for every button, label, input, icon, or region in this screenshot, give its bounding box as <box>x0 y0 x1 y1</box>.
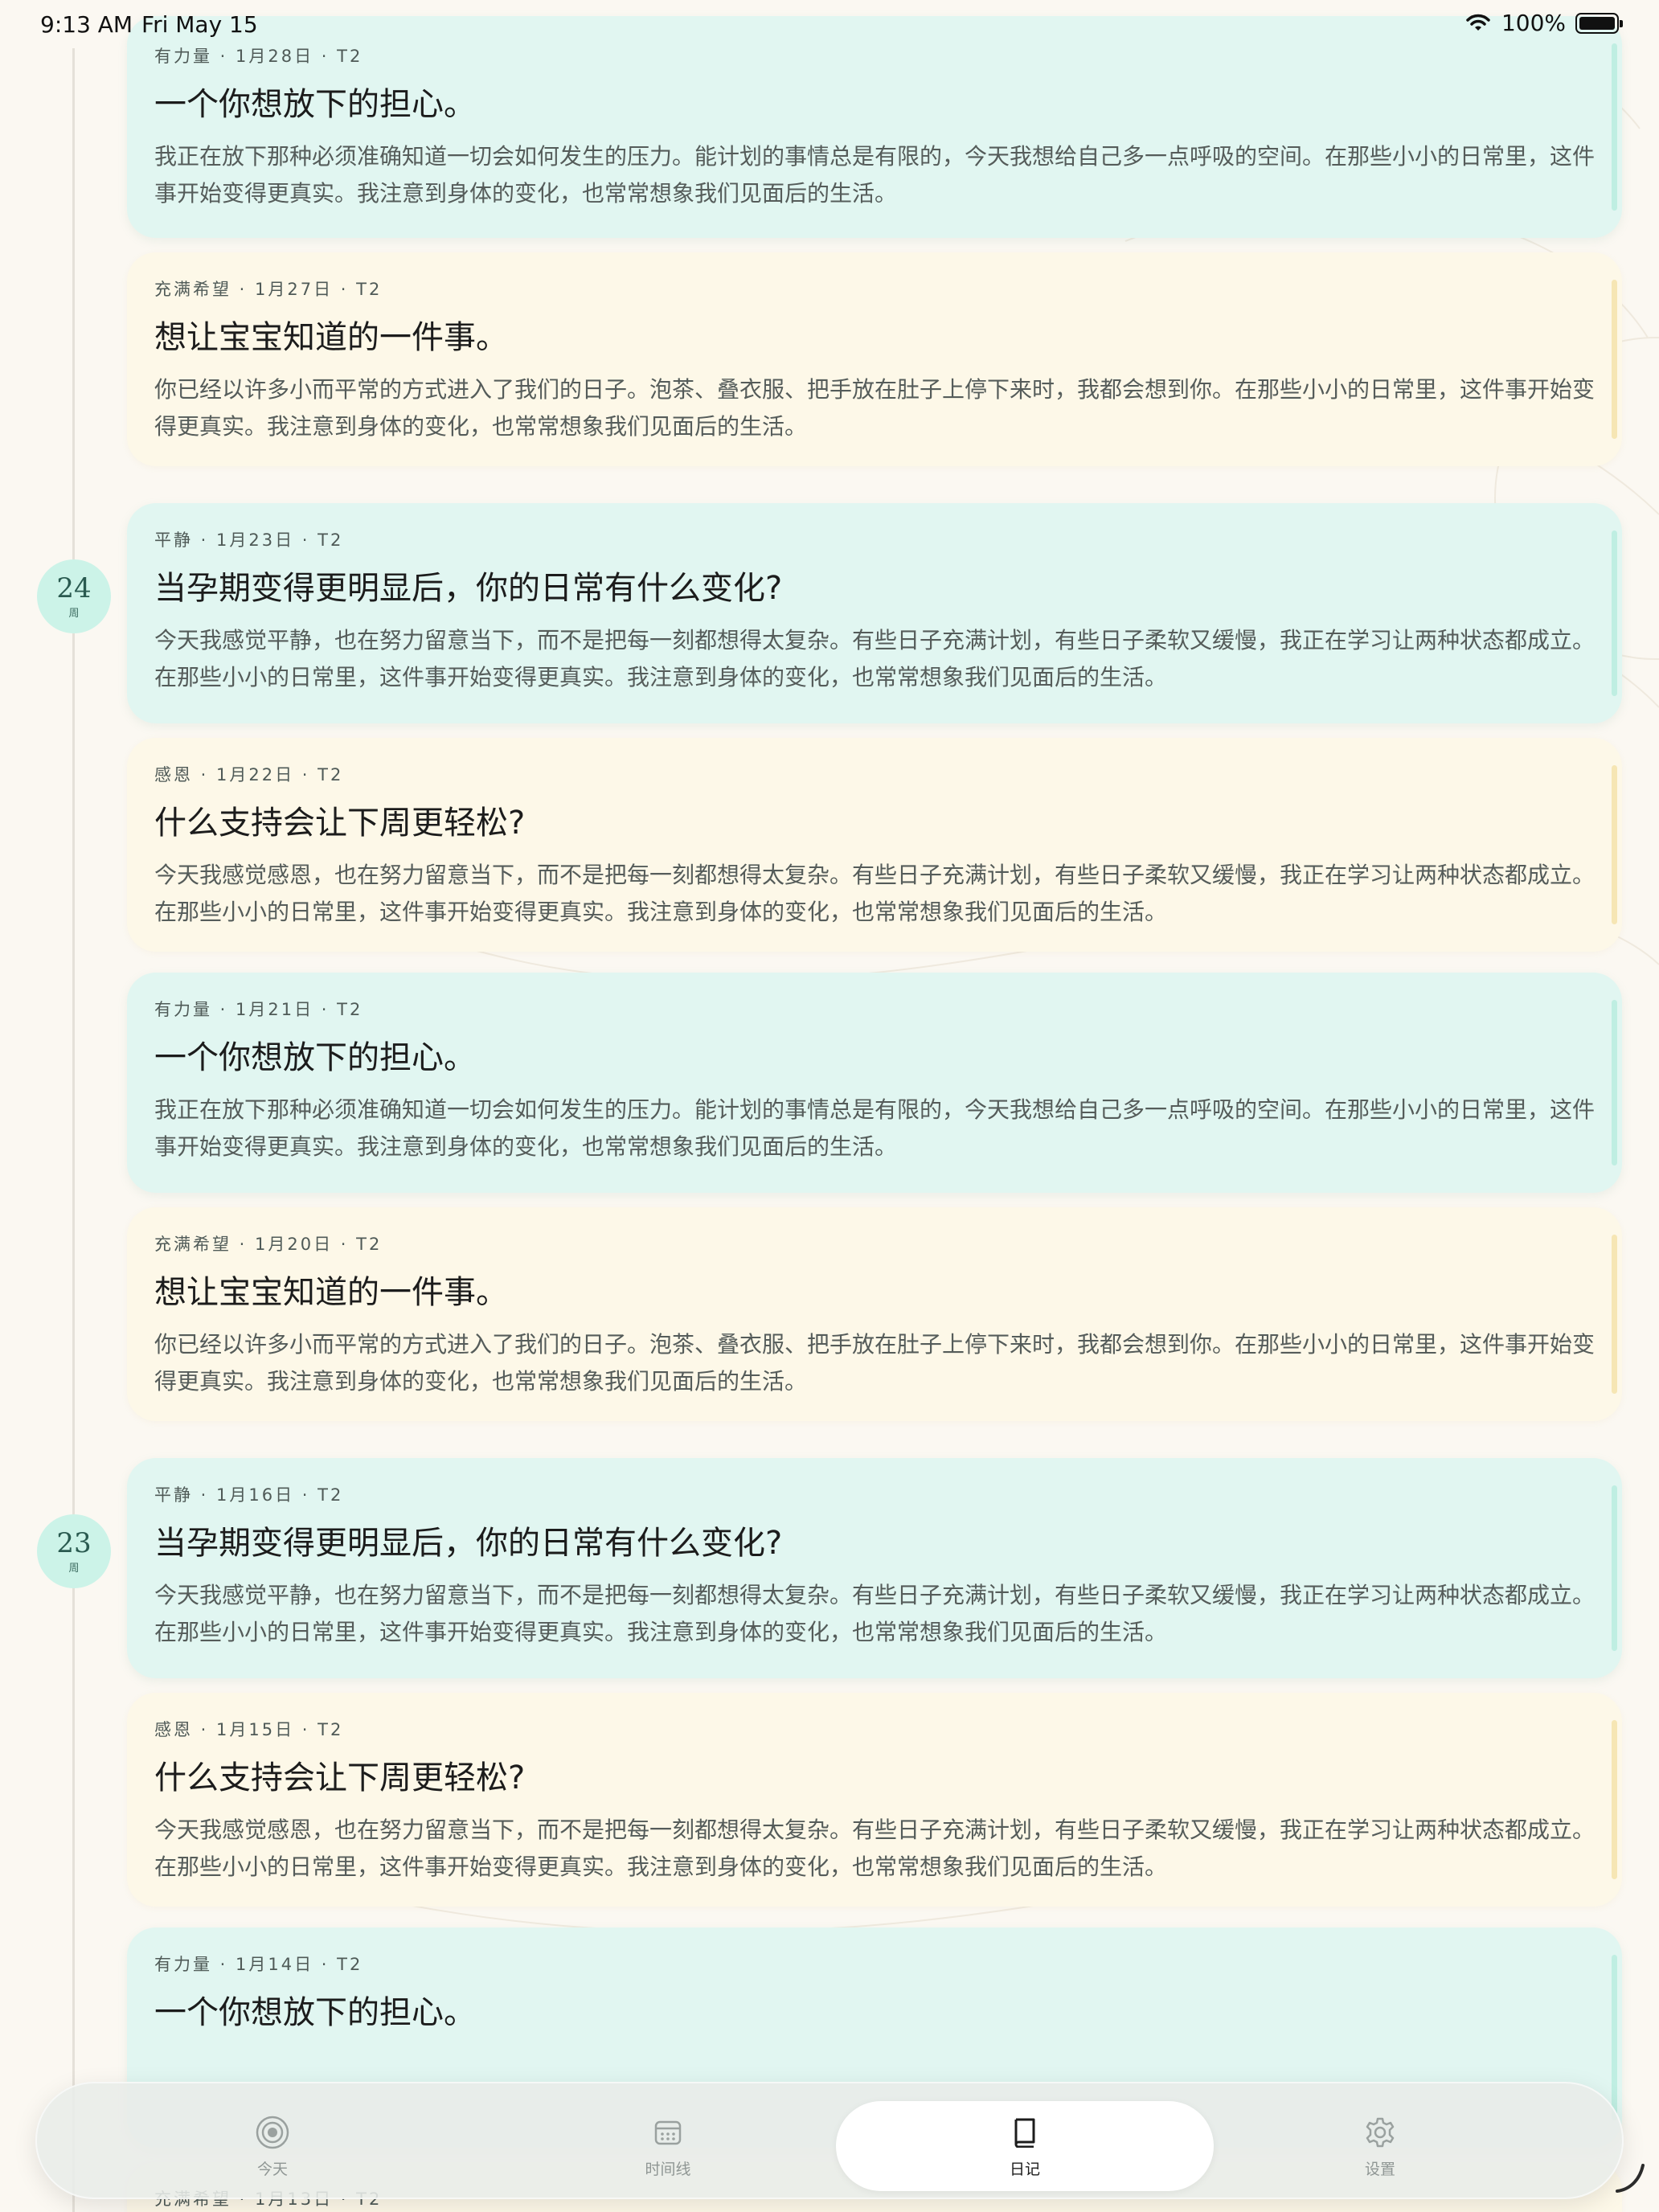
entry-meta: 平静 · 1月16日 · T2 <box>154 1485 344 1505</box>
entry-title: 一个你想放下的担心。 <box>154 1994 476 2031</box>
week-unit: 周 <box>68 607 80 620</box>
tab-label: 日记 <box>1009 2160 1040 2178</box>
entry-meta: 感恩 · 1月22日 · T2 <box>154 765 344 784</box>
entry-body: 今天我感觉感恩，也在努力留意当下，而不是把每一刻都想得太复杂。有些日子充满计划，… <box>154 862 1596 925</box>
entry-title: 一个你想放下的担心。 <box>154 86 476 123</box>
entry-title: 想让宝宝知道的一件事。 <box>154 319 508 356</box>
week-unit: 周 <box>68 1562 80 1575</box>
book-icon <box>1006 2114 1043 2151</box>
entry-meta: 充满希望 · 1月27日 · T2 <box>154 280 383 299</box>
week-marker: 23 周 <box>37 1514 111 1588</box>
tab-timeline[interactable]: 时间线 <box>479 2101 857 2191</box>
entry-body: 今天我感觉平静，也在努力留意当下，而不是把每一刻都想得太复杂。有些日子充满计划，… <box>154 1582 1596 1645</box>
card-edge-accent <box>1612 530 1617 696</box>
entry-title: 当孕期变得更明显后，你的日常有什么变化? <box>154 570 783 607</box>
journal-entry-card[interactable]: 有力量 · 1月21日 · T2 一个你想放下的担心。 我正在放下那种必须准确知… <box>127 973 1622 1193</box>
entry-body: 你已经以许多小而平常的方式进入了我们的日子。泡茶、叠衣服、把手放在肚子上停下来时… <box>154 1331 1596 1395</box>
journal-entry-card[interactable]: 充满希望 · 1月27日 · T2 想让宝宝知道的一件事。 你已经以许多小而平常… <box>127 252 1622 466</box>
card-edge-accent <box>1612 1000 1617 1165</box>
card-edge-accent <box>1612 1235 1617 1394</box>
card-edge-accent <box>1612 280 1617 439</box>
battery-percent: 100% <box>1501 10 1566 36</box>
week-number: 24 <box>56 571 92 604</box>
battery-icon <box>1575 12 1623 34</box>
card-edge-accent <box>1612 43 1617 211</box>
journal-entry-card[interactable]: 平静 · 1月16日 · T2 当孕期变得更明显后，你的日常有什么变化? 今天我… <box>127 1458 1622 1678</box>
entry-body: 你已经以许多小而平常的方式进入了我们的日子。泡茶、叠衣服、把手放在肚子上停下来时… <box>154 376 1596 440</box>
entry-body: 我正在放下那种必须准确知道一切会如何发生的压力。能计划的事情总是有限的，今天我想… <box>154 143 1596 207</box>
entry-title: 想让宝宝知道的一件事。 <box>154 1274 508 1311</box>
resize-handle-icon <box>1616 2164 1645 2193</box>
entry-body: 今天我感觉感恩，也在努力留意当下，而不是把每一刻都想得太复杂。有些日子充满计划，… <box>154 1817 1596 1880</box>
tab-bar: 今天 时间线 日记 设置 <box>35 2082 1624 2199</box>
target-icon <box>254 2114 291 2151</box>
entry-body: 我正在放下那种必须准确知道一切会如何发生的压力。能计划的事情总是有限的，今天我想… <box>154 1096 1596 1160</box>
calendar-icon <box>649 2114 686 2151</box>
card-edge-accent <box>1612 1720 1617 1879</box>
tab-label: 设置 <box>1364 2160 1395 2178</box>
tab-label: 今天 <box>256 2160 288 2178</box>
entry-title: 什么支持会让下周更轻松? <box>154 805 526 842</box>
entry-meta: 平静 · 1月23日 · T2 <box>154 530 344 550</box>
journal-screen: 9:13 AM Fri May 15 100% 24 周 23 周 有力量 · … <box>0 0 1659 2212</box>
journal-entry-card[interactable]: 感恩 · 1月15日 · T2 什么支持会让下周更轻松? 今天我感觉感恩，也在努… <box>127 1693 1622 1907</box>
status-indicators: 100% <box>1464 10 1623 36</box>
status-date: Fri May 15 <box>141 11 258 38</box>
card-edge-accent <box>1612 1955 1617 2120</box>
entry-title: 当孕期变得更明显后，你的日常有什么变化? <box>154 1525 783 1562</box>
tab-label: 时间线 <box>645 2160 691 2178</box>
card-edge-accent <box>1612 765 1617 924</box>
entry-meta: 有力量 · 1月21日 · T2 <box>154 1000 363 1019</box>
wifi-icon <box>1466 14 1490 31</box>
journal-entry-card[interactable]: 充满希望 · 1月20日 · T2 想让宝宝知道的一件事。 你已经以许多小而平常… <box>127 1207 1622 1421</box>
card-edge-accent <box>1612 1485 1617 1651</box>
entry-body: 今天我感觉平静，也在努力留意当下，而不是把每一刻都想得太复杂。有些日子充满计划，… <box>154 627 1596 690</box>
entry-title: 一个你想放下的担心。 <box>154 1039 476 1076</box>
gear-icon <box>1362 2114 1399 2151</box>
entry-title: 什么支持会让下周更轻松? <box>154 1759 526 1796</box>
timeline-line <box>72 48 75 2212</box>
entry-meta: 有力量 · 1月14日 · T2 <box>154 1955 363 1974</box>
week-number: 23 <box>56 1526 92 1559</box>
tab-journal[interactable]: 日记 <box>836 2101 1214 2191</box>
tab-settings[interactable]: 设置 <box>1191 2101 1569 2191</box>
week-marker: 24 周 <box>37 559 111 633</box>
entry-meta: 充满希望 · 1月20日 · T2 <box>154 1235 383 1254</box>
entry-meta: 感恩 · 1月15日 · T2 <box>154 1720 344 1739</box>
tab-today[interactable]: 今天 <box>84 2101 461 2191</box>
status-time: 9:13 AM <box>40 11 133 38</box>
journal-entry-card[interactable]: 平静 · 1月23日 · T2 当孕期变得更明显后，你的日常有什么变化? 今天我… <box>127 503 1622 723</box>
journal-entry-card[interactable]: 感恩 · 1月22日 · T2 什么支持会让下周更轻松? 今天我感觉感恩，也在努… <box>127 738 1622 952</box>
status-bar: 9:13 AM Fri May 15 100% <box>0 0 1659 51</box>
